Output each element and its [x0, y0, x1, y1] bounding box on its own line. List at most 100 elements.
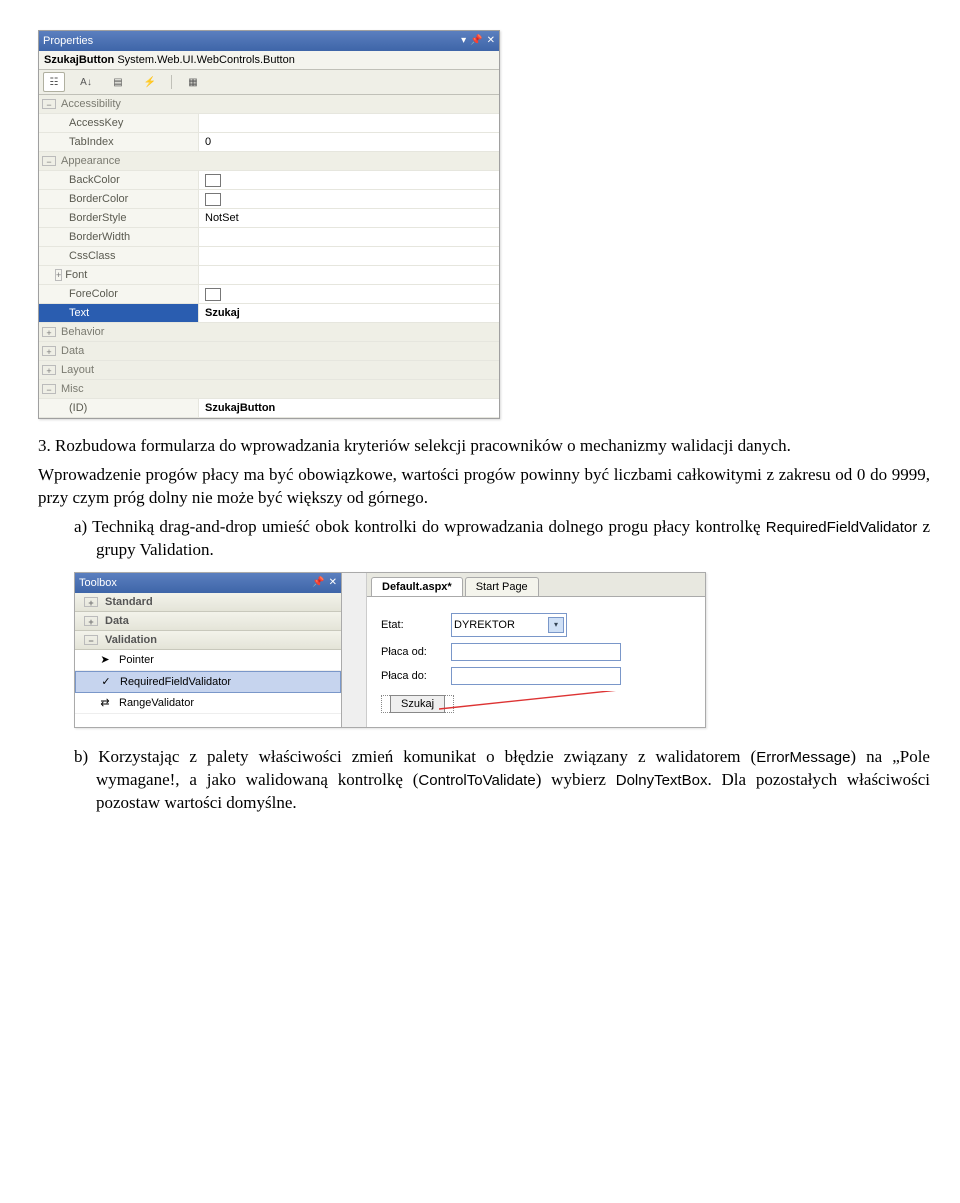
property-key: Text — [39, 304, 199, 322]
selected-object-row[interactable]: SzukajButton System.Web.UI.WebControls.B… — [39, 51, 499, 70]
expand-icon[interactable]: − — [84, 635, 98, 645]
properties-panel: Properties ▾ 📌 ✕ SzukajButton System.Web… — [38, 30, 500, 419]
rng-icon: ⇄ — [97, 696, 113, 710]
button-designer-selection[interactable]: Szukaj — [381, 695, 454, 713]
expand-icon[interactable]: + — [42, 365, 56, 375]
property-value[interactable]: NotSet — [199, 209, 499, 227]
alphabetical-icon[interactable]: A↓ — [75, 72, 97, 92]
property-value[interactable] — [199, 228, 499, 246]
toolbox-category[interactable]: +Data — [75, 612, 341, 631]
property-pages-icon[interactable]: ▦ — [182, 72, 204, 92]
property-row[interactable]: +Font — [39, 266, 499, 285]
category-row[interactable]: −Misc — [39, 380, 499, 399]
property-key: TabIndex — [39, 133, 199, 151]
object-name: SzukajButton — [44, 54, 114, 66]
property-value[interactable] — [199, 171, 499, 189]
toolbox-item-label: RequiredFieldValidator — [120, 676, 231, 688]
category-name: Layout — [59, 364, 499, 376]
toolbox-item[interactable]: ➤Pointer — [75, 650, 341, 671]
etat-row: Etat: DYREKTOR ▾ — [381, 613, 691, 637]
toolbox-title-bar[interactable]: Toolbox 📌 ✕ — [75, 573, 341, 593]
category-row[interactable]: +Behavior — [39, 323, 499, 342]
expand-icon[interactable]: + — [84, 616, 98, 626]
property-value[interactable] — [199, 266, 499, 284]
editor-tab[interactable]: Start Page — [465, 577, 539, 596]
expand-icon[interactable]: + — [84, 597, 98, 607]
placa-do-input[interactable] — [451, 667, 621, 685]
toolbox-panel: Toolbox 📌 ✕ +Standard+Data−Validation ➤P… — [75, 573, 342, 727]
category-name: Accessibility — [59, 98, 499, 110]
property-grid: −AccessibilityAccessKeyTabIndex0−Appeara… — [39, 95, 499, 418]
etat-select[interactable]: DYREKTOR ▾ — [451, 613, 567, 637]
property-value[interactable] — [199, 190, 499, 208]
placa-od-row: Płaca od: — [381, 643, 691, 661]
expand-icon[interactable]: + — [42, 346, 56, 356]
expand-icon[interactable]: − — [42, 384, 56, 394]
category-row[interactable]: +Layout — [39, 361, 499, 380]
pin-icon[interactable]: 📌 — [470, 36, 482, 46]
property-value[interactable]: 0 — [199, 133, 499, 151]
pin-icon[interactable]: 📌 — [312, 578, 324, 588]
step-3a: a) Techniką drag-and-drop umieść obok ko… — [74, 516, 930, 562]
property-key: BorderWidth — [39, 228, 199, 246]
placa-od-input[interactable] — [451, 643, 621, 661]
placa-od-label: Płaca od: — [381, 646, 445, 658]
toolbox-category[interactable]: −Validation — [75, 631, 341, 650]
category-name: Data — [59, 345, 499, 357]
properties-icon[interactable]: ▤ — [107, 72, 129, 92]
property-value[interactable] — [199, 114, 499, 132]
close-icon[interactable]: ✕ — [487, 36, 495, 46]
category-name: Behavior — [59, 326, 499, 338]
expand-icon[interactable]: − — [42, 99, 56, 109]
property-key: +Font — [39, 266, 199, 284]
editor-tabs: Default.aspx*Start Page — [367, 573, 705, 597]
close-icon[interactable]: ✕ — [329, 578, 337, 588]
categorized-icon[interactable]: ☷ — [43, 72, 65, 92]
property-row[interactable]: BorderColor — [39, 190, 499, 209]
editor-tab[interactable]: Default.aspx* — [371, 577, 463, 596]
property-key: ForeColor — [39, 285, 199, 303]
property-key: BorderColor — [39, 190, 199, 208]
property-row[interactable]: BorderStyleNotSet — [39, 209, 499, 228]
placa-do-label: Płaca do: — [381, 670, 445, 682]
expand-icon[interactable]: + — [42, 327, 56, 337]
category-row[interactable]: −Appearance — [39, 152, 499, 171]
color-swatch[interactable] — [205, 288, 221, 301]
property-value[interactable]: SzukajButton — [199, 399, 499, 417]
property-value[interactable]: Szukaj — [199, 304, 499, 322]
rfv-icon: ✓ — [98, 675, 114, 689]
property-row[interactable]: BackColor — [39, 171, 499, 190]
dropdown-icon[interactable]: ▾ — [461, 36, 466, 46]
toolbox-title: Toolbox — [79, 577, 308, 589]
category-row[interactable]: +Data — [39, 342, 499, 361]
category-label: Validation — [105, 634, 157, 646]
category-row[interactable]: −Accessibility — [39, 95, 499, 114]
expand-icon[interactable]: + — [55, 269, 62, 281]
step-3: 3. Rozbudowa formularza do wprowadzania … — [38, 435, 930, 458]
property-row[interactable]: TabIndex0 — [39, 133, 499, 152]
chevron-down-icon[interactable]: ▾ — [548, 617, 564, 633]
property-value[interactable] — [199, 247, 499, 265]
expand-icon[interactable]: − — [42, 156, 56, 166]
szukaj-button[interactable]: Szukaj — [390, 695, 445, 713]
color-swatch[interactable] — [205, 174, 221, 187]
toolbox-editor-figure: Toolbox 📌 ✕ +Standard+Data−Validation ➤P… — [74, 572, 706, 728]
property-row[interactable]: TextSzukaj — [39, 304, 499, 323]
property-row[interactable]: (ID)SzukajButton — [39, 399, 499, 418]
property-value[interactable] — [199, 285, 499, 303]
events-icon[interactable]: ⚡ — [139, 72, 161, 92]
panel-title-bar[interactable]: Properties ▾ 📌 ✕ — [39, 31, 499, 51]
property-row[interactable]: CssClass — [39, 247, 499, 266]
toolbox-item[interactable]: ✓ RequiredFieldValidator — [75, 671, 341, 693]
property-key: (ID) — [39, 399, 199, 417]
property-row[interactable]: AccessKey — [39, 114, 499, 133]
color-swatch[interactable] — [205, 193, 221, 206]
toolbox-item[interactable]: ⇄RangeValidator — [75, 693, 341, 714]
property-key: BorderStyle — [39, 209, 199, 227]
property-row[interactable]: BorderWidth — [39, 228, 499, 247]
property-row[interactable]: ForeColor — [39, 285, 499, 304]
panel-title: Properties — [43, 35, 457, 47]
category-label: Standard — [105, 596, 153, 608]
toolbox-category[interactable]: + Standard — [75, 593, 341, 612]
category-name: Misc — [59, 383, 499, 395]
